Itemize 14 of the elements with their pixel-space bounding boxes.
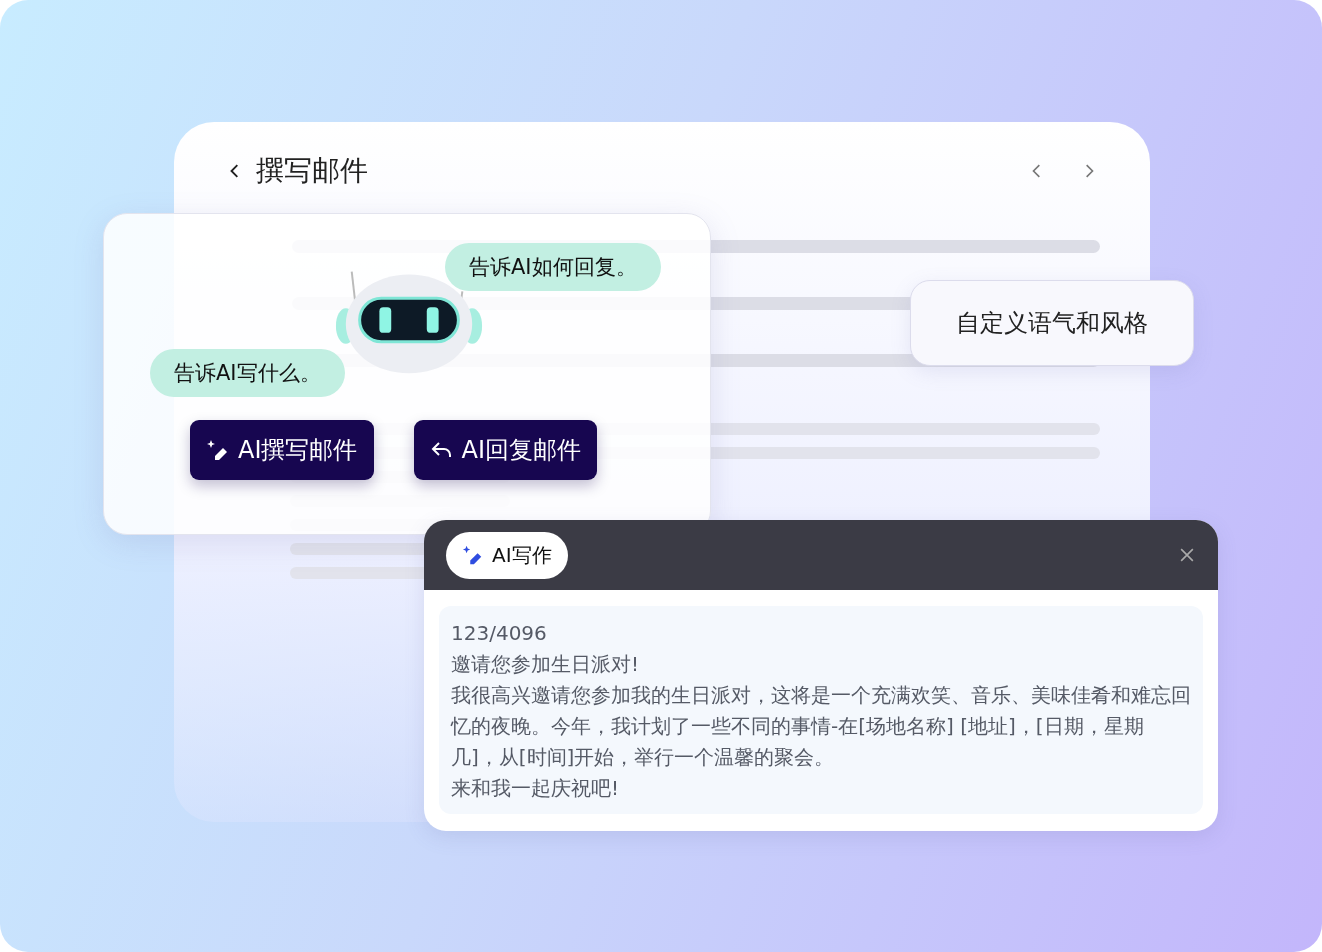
ai-reply-button[interactable]: AI回复邮件 <box>413 420 597 480</box>
window-title: 撰写邮件 <box>256 153 368 189</box>
ai-write-button[interactable]: AI撰写邮件 <box>190 420 374 480</box>
speech-bubble: 告诉AI如何回复。 <box>445 243 661 291</box>
speech-bubble: 告诉AI写什么。 <box>150 349 345 397</box>
close-icon <box>1180 548 1194 562</box>
text-paragraph: 来和我一起庆祝吧! <box>451 775 621 802</box>
sparkle-pen-icon <box>206 438 230 462</box>
sparkle-pen-icon <box>462 544 484 566</box>
style-tag: 自定义语气和风格 <box>910 280 1194 366</box>
text-paragraph: 我很高兴邀请您参加我的生日派对，这将是一个充满欢笑、音乐、美味佳肴和难忘回忆的夜晚。今年，我计划了一些不同的事情-在[场地名称] [地址]，[日期，星期几]，从[时间]开始，举行一个温馨的聚会。 <box>451 682 1191 771</box>
text-paragraph: 邀请您参加生日派对! <box>451 651 641 678</box>
character-counter: 123/4096 <box>451 620 548 647</box>
ai-writing-tab[interactable]: AI写作 <box>446 531 568 579</box>
